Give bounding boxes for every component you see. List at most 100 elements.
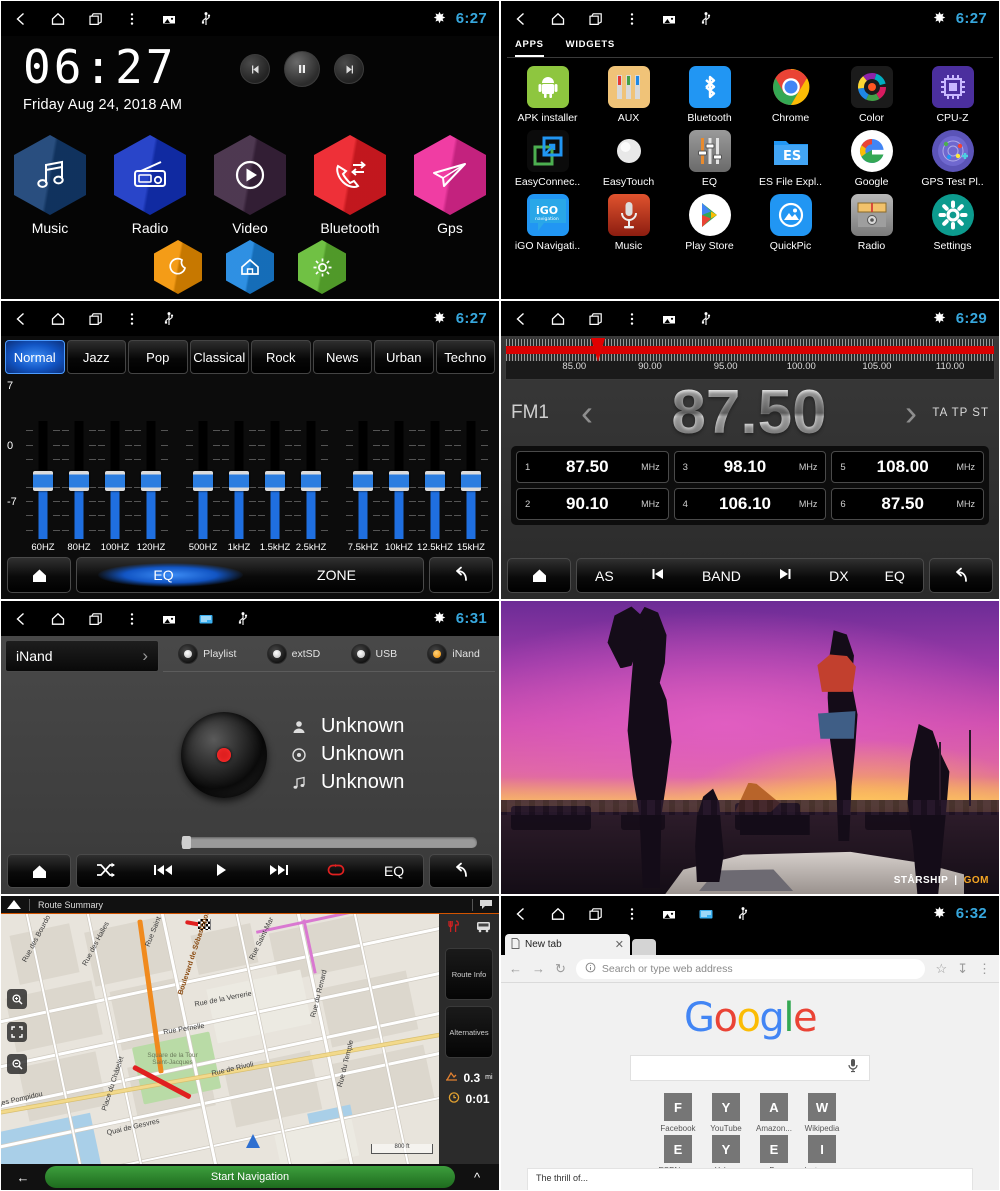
google-search-input[interactable] (630, 1055, 870, 1081)
recents-icon[interactable] (87, 611, 103, 627)
next-icon[interactable] (267, 863, 289, 880)
eq-button[interactable]: EQ (77, 558, 250, 592)
browser-menu-icon[interactable]: ⋮ (978, 961, 991, 977)
app-item-google[interactable]: Google (831, 130, 912, 188)
nav-up-arrow-icon[interactable] (7, 900, 21, 909)
source-selector[interactable]: iNand › (5, 640, 159, 672)
app-item-apk-installer[interactable]: APK installer (507, 66, 588, 124)
preset-5[interactable]: 5 108.00 MHz (831, 451, 984, 483)
nav-expand-button[interactable]: ^ (455, 1170, 499, 1185)
eq-band-500hz[interactable]: 500HZ (185, 421, 221, 553)
recents-icon[interactable] (587, 906, 603, 922)
eq-band-2-5khz[interactable]: 2.5kHZ (293, 421, 329, 553)
eq-band-120hz[interactable]: 120HZ (133, 421, 169, 553)
overflow-icon[interactable] (624, 311, 640, 327)
previous-icon[interactable] (153, 863, 175, 880)
source-playlist[interactable]: Playlist (178, 643, 236, 664)
alternatives-button[interactable]: Alternatives (445, 1006, 493, 1058)
home-icon[interactable] (50, 11, 66, 27)
zoom-in-button[interactable] (7, 989, 27, 1014)
tab-widgets[interactable]: WIDGETS (566, 39, 615, 57)
screenshot-icon[interactable] (661, 11, 677, 27)
home-icon[interactable] (550, 311, 566, 327)
dx-button[interactable]: DX (829, 568, 848, 584)
app-item-easyconnect[interactable]: EasyConnec.. (507, 130, 588, 188)
app-item-music[interactable]: Music (588, 194, 669, 252)
next-track-button[interactable] (334, 54, 365, 84)
back-icon[interactable] (13, 11, 29, 27)
home-icon[interactable] (550, 906, 566, 922)
app-item-play-store[interactable]: Play Store (669, 194, 750, 252)
eq-band-1khz[interactable]: 1kHZ (221, 421, 257, 553)
seek-down-icon[interactable] (650, 567, 666, 584)
eq-preset-rock[interactable]: Rock (251, 340, 311, 374)
browser-forward-icon[interactable]: → (532, 961, 545, 976)
eq-preset-techno[interactable]: Techno (435, 340, 495, 374)
home-button[interactable] (7, 557, 71, 593)
progress-slider[interactable] (181, 836, 477, 849)
home-tile-video[interactable]: Video (212, 135, 288, 236)
screenshot-icon[interactable] (661, 906, 677, 922)
home-tile-radio[interactable]: Radio (112, 135, 188, 236)
back-icon[interactable] (13, 311, 29, 327)
repeat-icon[interactable] (326, 863, 346, 880)
shortcut-wikipedia[interactable]: W Wikipedia (798, 1093, 846, 1133)
recents-icon[interactable] (587, 11, 603, 27)
source-extsd[interactable]: extSD (266, 643, 320, 664)
shuffle-icon[interactable] (96, 862, 116, 881)
home-button[interactable] (507, 558, 571, 593)
eq-band-1-5khz[interactable]: 1.5kHZ (257, 421, 293, 553)
overflow-icon[interactable] (624, 906, 640, 922)
message-icon[interactable] (198, 611, 214, 627)
eq-preset-pop[interactable]: Pop (128, 340, 188, 374)
tab-apps[interactable]: APPS (515, 39, 544, 57)
home-icon[interactable] (550, 11, 566, 27)
preset-2[interactable]: 2 90.10 MHz (516, 488, 669, 520)
shortcut-youtube[interactable]: Y YouTube (702, 1093, 750, 1133)
speech-bubble-icon[interactable] (479, 899, 493, 911)
app-item-settings[interactable]: Settings (912, 194, 993, 252)
eq-band-7-5khz[interactable]: 7.5kHZ (345, 421, 381, 553)
restaurant-icon[interactable] (447, 920, 460, 938)
back-icon[interactable] (513, 11, 529, 27)
tune-up-button[interactable]: › (895, 395, 927, 431)
settings-tile[interactable] (298, 240, 346, 294)
auto-scan-button[interactable]: AS (595, 568, 614, 584)
message-icon[interactable] (698, 906, 714, 922)
eq-band-80hz[interactable]: 80HZ (61, 421, 97, 553)
seek-up-icon[interactable] (777, 567, 793, 584)
back-icon[interactable] (513, 311, 529, 327)
vehicle-icon[interactable] (476, 920, 491, 938)
eq-button[interactable]: EQ (885, 568, 905, 584)
band-button[interactable]: BAND (702, 568, 741, 584)
reload-icon[interactable]: ↻ (555, 961, 566, 977)
start-navigation-button[interactable]: Start Navigation (45, 1166, 455, 1188)
usb-icon[interactable] (735, 906, 751, 922)
app-item-es-file-explorer[interactable]: ES ES File Expl.. (750, 130, 831, 188)
screenshot-icon[interactable] (161, 11, 177, 27)
zoom-out-button[interactable] (7, 1054, 27, 1079)
new-tab-button[interactable] (632, 939, 656, 955)
back-button[interactable] (929, 558, 993, 593)
home-button[interactable] (7, 854, 71, 888)
eq-preset-normal[interactable]: Normal (5, 340, 65, 374)
progress-thumb[interactable] (182, 836, 191, 849)
overflow-icon[interactable] (124, 11, 140, 27)
close-icon[interactable]: ✕ (615, 938, 624, 951)
suggested-article-card[interactable]: The thrill of... (527, 1168, 973, 1190)
dial-scale[interactable] (506, 338, 994, 362)
app-item-quickpic[interactable]: QuickPic (750, 194, 831, 252)
previous-track-button[interactable] (240, 54, 271, 84)
tune-down-button[interactable]: ‹ (571, 395, 603, 431)
usb-icon[interactable] (235, 611, 251, 627)
app-item-gps-test[interactable]: GPS Test Pl.. (912, 130, 993, 188)
bookmark-star-icon[interactable]: ☆ (935, 961, 947, 977)
overflow-icon[interactable] (124, 611, 140, 627)
app-item-eq[interactable]: EQ (669, 130, 750, 188)
preset-1[interactable]: 1 87.50 MHz (516, 451, 669, 483)
back-icon[interactable] (13, 611, 29, 627)
preset-4[interactable]: 4 106.10 MHz (673, 488, 827, 520)
screenshot-icon[interactable] (661, 311, 677, 327)
source-usb[interactable]: USB (350, 643, 397, 664)
eq-preset-classical[interactable]: Classical (189, 340, 249, 374)
